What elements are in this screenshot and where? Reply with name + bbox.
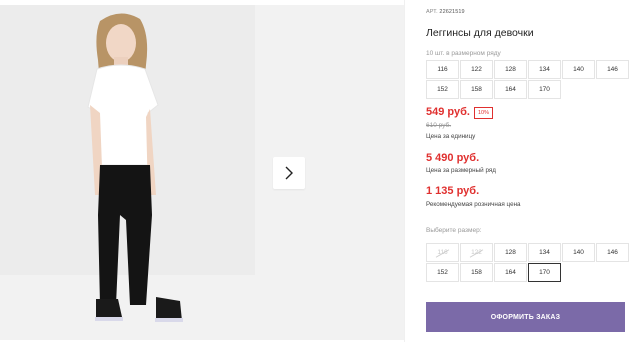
size-option-128[interactable]: 128 <box>494 243 527 262</box>
size-option-170[interactable]: 170 <box>528 263 561 282</box>
chevron-right-icon <box>285 166 293 180</box>
size-option-146[interactable]: 146 <box>596 243 629 262</box>
choose-size-label: Выберите размер: <box>426 227 482 234</box>
size-row-cell: 134 <box>528 60 561 79</box>
size-option-164[interactable]: 164 <box>494 263 527 282</box>
rrp-price-label: Рекомендуемая розничная цена <box>426 201 521 208</box>
size-option-122: 122 <box>460 243 493 262</box>
size-row-cell: 158 <box>460 80 493 99</box>
size-row-cell: 146 <box>596 60 629 79</box>
discount-badge: 10% <box>474 107 494 119</box>
row-price-label: Цена за размерный ряд <box>426 167 496 174</box>
article-label: АРТ. <box>426 9 438 15</box>
size-option-134[interactable]: 134 <box>528 243 561 262</box>
size-row-cell: 122 <box>460 60 493 79</box>
product-title: Леггинсы для девочки <box>426 27 534 39</box>
size-row-cell: 128 <box>494 60 527 79</box>
size-row-cell: 170 <box>528 80 561 99</box>
order-button[interactable]: ОФОРМИТЬ ЗАКАЗ <box>426 302 625 332</box>
size-row-cell: 116 <box>426 60 459 79</box>
size-selector: 116 122 128 134 140 146 152 158 164 170 <box>426 243 629 282</box>
size-option-140[interactable]: 140 <box>562 243 595 262</box>
size-row-cell: 140 <box>562 60 595 79</box>
divider <box>404 0 405 342</box>
size-row-grid: 116 122 128 134 140 146 152 158 164 170 <box>426 60 629 99</box>
size-row-note: 10 шт. в размерном ряду <box>426 50 501 57</box>
rrp-price: 1 135 руб. <box>426 185 480 197</box>
unit-price-label: Цена за единицу <box>426 133 476 140</box>
article-value: 22621519 <box>439 9 465 15</box>
next-image-button[interactable] <box>273 157 305 189</box>
unit-price: 549 руб. <box>426 106 470 118</box>
old-price: 610 руб. <box>426 122 452 129</box>
size-option-116: 116 <box>426 243 459 262</box>
size-option-152[interactable]: 152 <box>426 263 459 282</box>
size-option-158[interactable]: 158 <box>460 263 493 282</box>
size-row-cell: 152 <box>426 80 459 99</box>
size-row-cell: 164 <box>494 80 527 99</box>
product-gallery <box>0 0 404 342</box>
row-price: 5 490 руб. <box>426 152 480 164</box>
product-photo <box>0 5 255 340</box>
article-number: АРТ. 22621519 <box>426 9 465 15</box>
